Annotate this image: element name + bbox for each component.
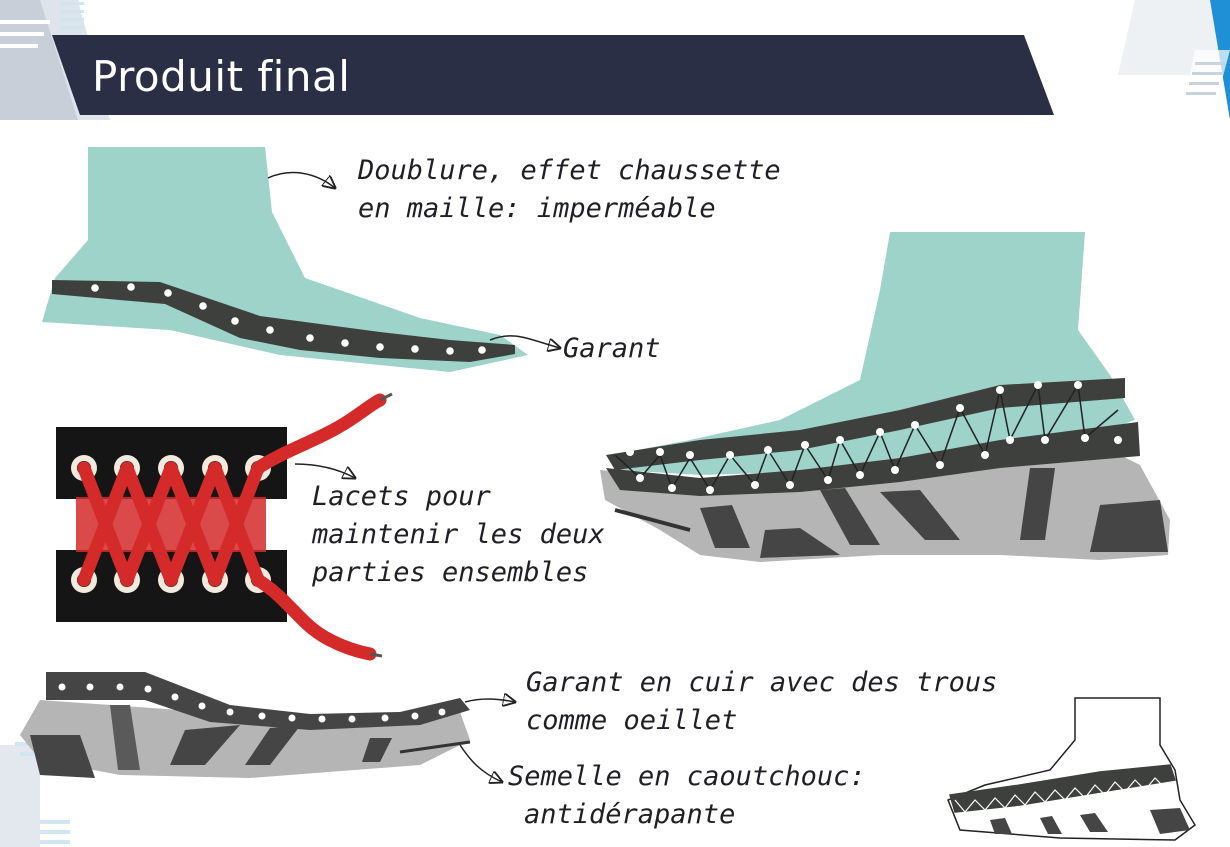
annotation-semelle: Semelle en caoutchouc: antidérapante — [508, 758, 866, 834]
annotation-doublure-line1: Doublure, effet chaussette — [358, 155, 781, 186]
annotation-semelle-line2: antidérapante — [524, 799, 736, 830]
annotation-lacets-line1: Lacets pour — [312, 481, 491, 512]
annotation-semelle-line1: Semelle en caoutchouc: — [508, 761, 866, 792]
annotation-doublure-line2: en maille: imperméable — [358, 193, 716, 224]
annotation-garant: Garant — [563, 330, 661, 368]
annotation-garant-cuir-line2: comme oeillet — [526, 705, 738, 736]
product-sheet: Produit final Doublure, effet chaussette… — [0, 0, 1230, 847]
arrow-semelle — [459, 744, 502, 782]
annotation-garant-line1: Garant — [563, 333, 661, 364]
annotation-lacets-line3: parties ensembles — [312, 557, 589, 588]
sneaker-main-illustration — [600, 232, 1170, 562]
annotation-lacets-line2: maintenir les deux — [312, 519, 605, 550]
annotation-lacets: Lacets pour maintenir les deux parties e… — [312, 478, 605, 592]
arrow-lacets — [294, 463, 355, 478]
arrow-garant-cuir — [464, 699, 515, 702]
annotation-doublure: Doublure, effet chaussette en maille: im… — [358, 152, 781, 228]
arrow-doublure — [267, 171, 335, 188]
annotation-garant-cuir: Garant en cuir avec des trous comme oeil… — [526, 664, 997, 740]
annotation-garant-cuir-line1: Garant en cuir avec des trous — [526, 667, 998, 698]
